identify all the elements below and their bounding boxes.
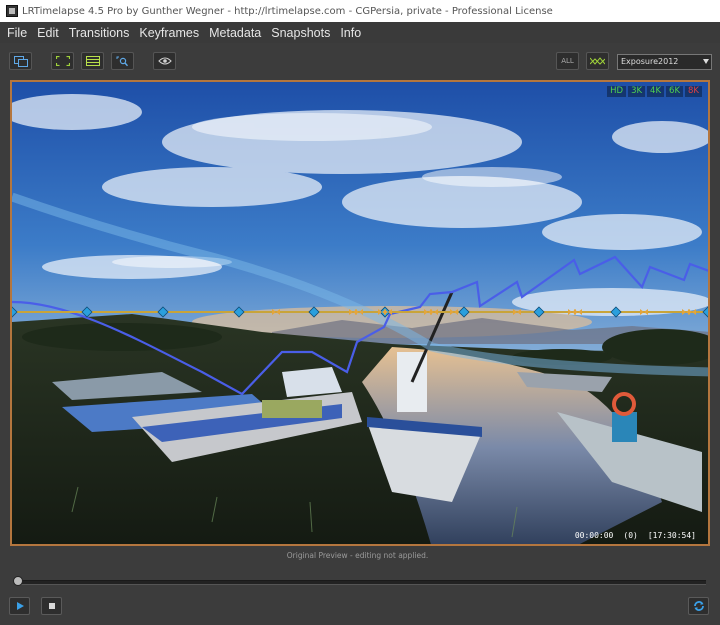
menu-keyframes[interactable]: Keyframes bbox=[134, 26, 204, 40]
capture-time-readout: [17:30:54] bbox=[647, 531, 696, 540]
play-button[interactable] bbox=[9, 597, 30, 615]
zoom-button[interactable] bbox=[111, 52, 134, 70]
zoom-icon bbox=[116, 56, 129, 66]
crop-frame-icon bbox=[55, 56, 70, 66]
play-icon bbox=[16, 602, 24, 610]
resolution-badges: HD 3K 4K 6K 8K bbox=[607, 86, 702, 97]
stop-button[interactable] bbox=[41, 597, 62, 615]
loop-icon bbox=[693, 601, 704, 611]
curve-toggle-icon bbox=[590, 56, 605, 65]
chevron-down-icon bbox=[703, 59, 709, 64]
crop-frame-button[interactable] bbox=[51, 52, 74, 70]
grid-lines-icon bbox=[85, 56, 100, 66]
filmstrip-button[interactable] bbox=[9, 52, 32, 70]
menu-info[interactable]: Info bbox=[335, 26, 366, 40]
grid-lines-button[interactable] bbox=[81, 52, 104, 70]
frame-index-readout: (0) bbox=[623, 531, 638, 540]
preview-status-text: Original Preview - editing not applied. bbox=[286, 551, 429, 560]
title-bar: LRTimelapse 4.5 Pro by Gunther Wegner - … bbox=[0, 0, 720, 22]
menu-transitions[interactable]: Transitions bbox=[64, 26, 135, 40]
eye-button[interactable] bbox=[153, 52, 176, 70]
resolution-hd-badge: HD bbox=[607, 86, 627, 97]
app-icon bbox=[6, 5, 18, 17]
toolbar: ALL bbox=[0, 43, 720, 79]
frame-info-overlay: 00:00:00 (0) [17:30:54] bbox=[575, 531, 696, 540]
curve-toggle-button[interactable] bbox=[586, 52, 609, 70]
timecode-readout: 00:00:00 bbox=[574, 531, 614, 540]
menu-file[interactable]: File bbox=[0, 26, 32, 40]
resolution-4k-badge: 4K bbox=[647, 86, 665, 97]
resolution-8k-badge: 8K bbox=[685, 86, 702, 97]
timeline-slider-handle[interactable] bbox=[13, 576, 23, 586]
preview-area[interactable]: HD 3K 4K 6K 8K 00:00:00 (0) [17:30:54] bbox=[10, 80, 710, 546]
show-all-button[interactable]: ALL bbox=[556, 52, 579, 70]
loop-button[interactable] bbox=[688, 597, 709, 615]
eye-icon bbox=[157, 57, 172, 65]
menu-snapshots[interactable]: Snapshots bbox=[266, 26, 335, 40]
process-version-value: Exposure2012 bbox=[621, 57, 679, 66]
resolution-3k-badge: 3K bbox=[628, 86, 646, 97]
menu-bar: File Edit Transitions Keyframes Metadata… bbox=[0, 22, 720, 43]
filmstrip-icon bbox=[13, 55, 28, 67]
menu-edit[interactable]: Edit bbox=[32, 26, 64, 40]
resolution-6k-badge: 6K bbox=[666, 86, 684, 97]
window-title: LRTimelapse 4.5 Pro by Gunther Wegner - … bbox=[22, 5, 553, 17]
timeline-slider-track[interactable] bbox=[18, 580, 706, 585]
preview-image bbox=[12, 82, 708, 544]
process-version-select[interactable]: Exposure2012 bbox=[617, 54, 712, 70]
stop-icon bbox=[48, 603, 55, 609]
menu-metadata[interactable]: Metadata bbox=[204, 26, 266, 40]
